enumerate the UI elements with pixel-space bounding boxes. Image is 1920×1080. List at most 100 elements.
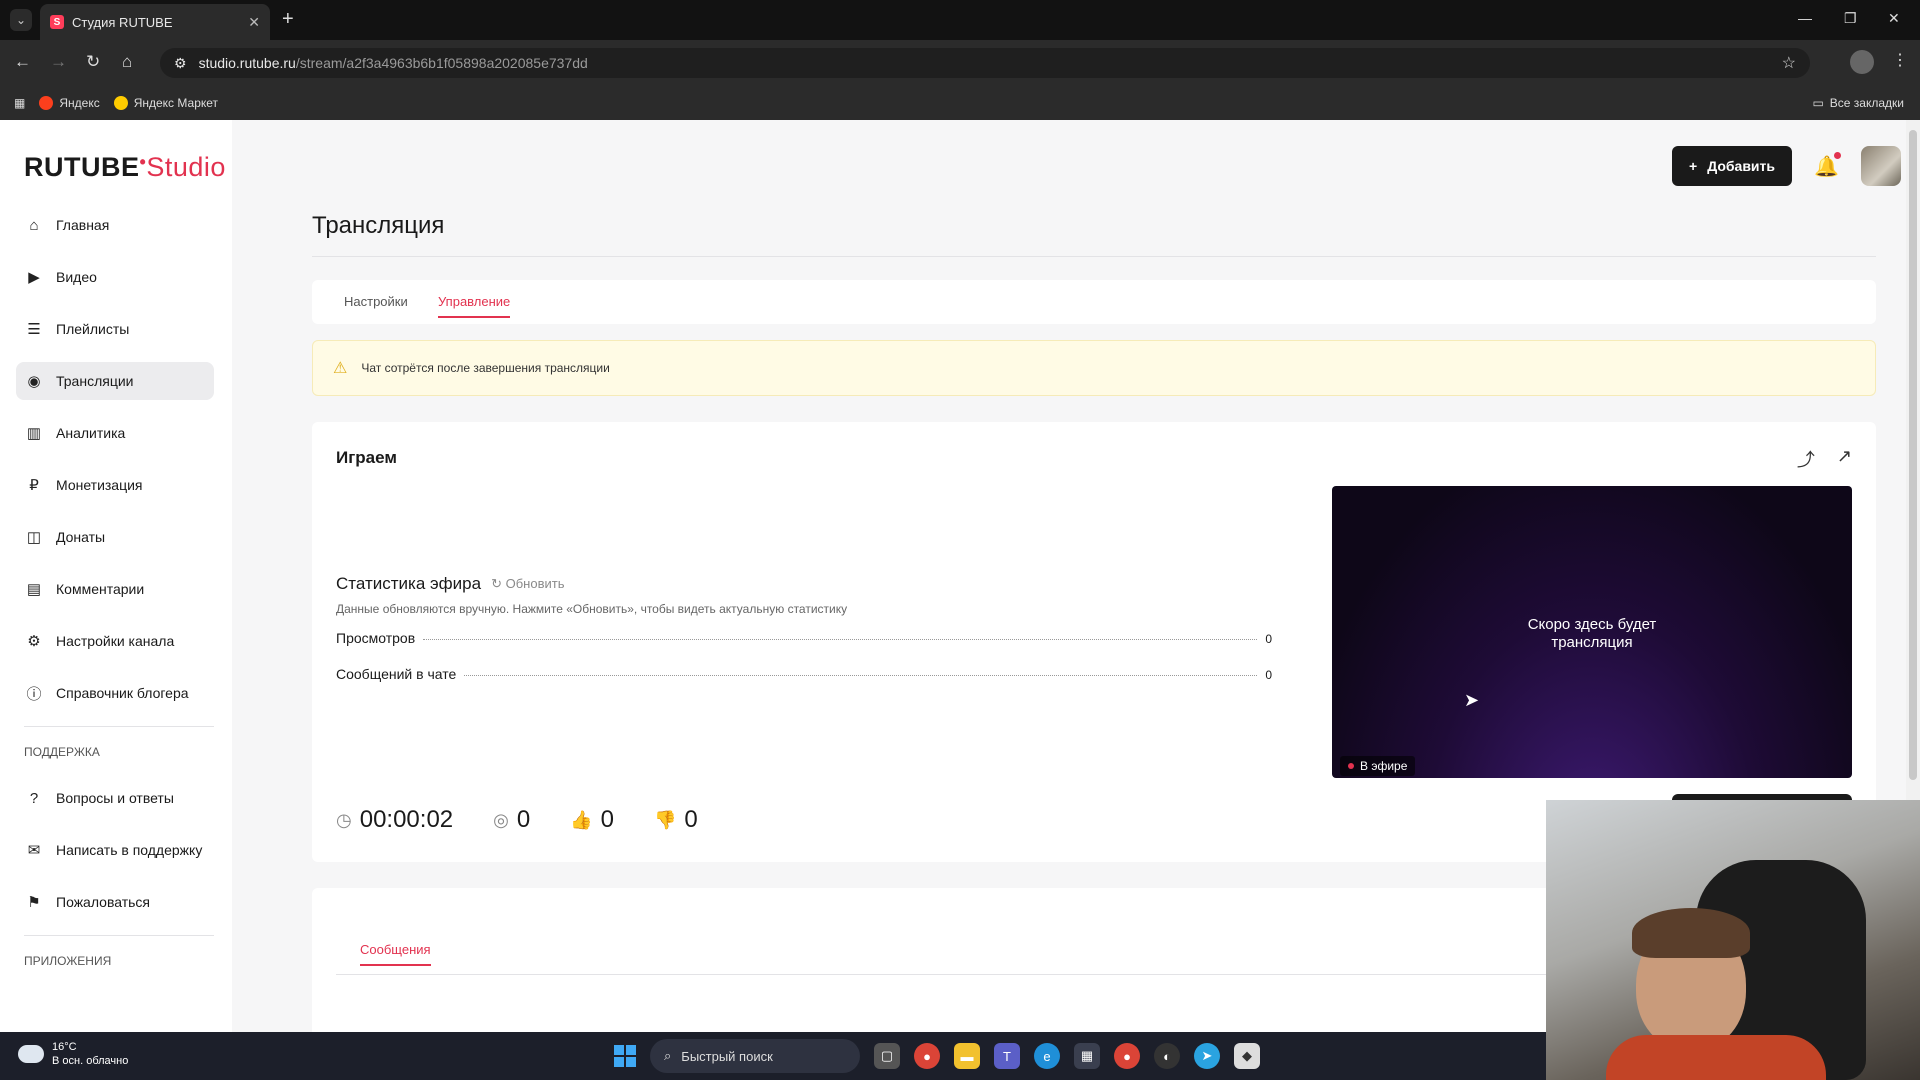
apps-grid-icon[interactable]: ▦ bbox=[14, 96, 25, 110]
sidebar-item-label: Трансляции bbox=[56, 373, 134, 389]
refresh-button[interactable]: ↻ Обновить bbox=[491, 576, 564, 592]
viewer-icon: ◎ bbox=[493, 809, 509, 830]
sidebar-item-home[interactable]: ⌂ Главная bbox=[16, 206, 214, 244]
chrome-active-icon[interactable]: ● bbox=[1114, 1043, 1140, 1069]
share-icon[interactable]: ⤴ bbox=[1797, 446, 1815, 472]
bookmark-yandex[interactable]: Яндекс bbox=[39, 96, 100, 110]
tab-search-button[interactable]: ⌄ bbox=[10, 9, 32, 31]
preview-placeholder: Скоро здесь будет трансляция bbox=[1332, 616, 1852, 652]
sidebar-item-blogger-guide[interactable]: ⓘ Справочник блогера bbox=[16, 674, 214, 712]
site-info-icon[interactable]: ⚙ bbox=[174, 55, 187, 72]
folder-icon: ▭ bbox=[1812, 96, 1824, 110]
add-button[interactable]: + Добавить bbox=[1672, 146, 1792, 186]
sidebar-item-broadcasts[interactable]: ◉ Трансляции bbox=[16, 362, 214, 400]
taskbar-search[interactable]: ⌕ Быстрый поиск bbox=[650, 1039, 860, 1073]
bookmark-yandex-market[interactable]: Яндекс Маркет bbox=[113, 96, 218, 110]
apps-section-title: ПРИЛОЖЕНИЯ bbox=[24, 954, 112, 968]
stream-actions: ⤴ ↗ bbox=[1797, 446, 1852, 472]
reload-icon[interactable]: ↻ bbox=[86, 52, 100, 72]
webcam-overlay bbox=[1546, 800, 1920, 1080]
stats-title: Статистика эфира bbox=[336, 574, 482, 593]
bookmarks-bar: ▦ Яндекс Яндекс Маркет ▭ Все закладки bbox=[0, 86, 1920, 120]
teams-icon[interactable]: T bbox=[994, 1043, 1020, 1069]
bookmark-star-icon[interactable]: ☆ bbox=[1782, 53, 1796, 73]
sidebar-item-faq[interactable]: ? Вопросы и ответы bbox=[16, 779, 214, 817]
stream-name: Играем bbox=[336, 448, 397, 467]
browser-menu-icon[interactable]: ⋮ bbox=[1892, 50, 1908, 70]
external-link-icon[interactable]: ↗ bbox=[1837, 446, 1852, 472]
home-icon[interactable]: ⌂ bbox=[122, 52, 132, 72]
refresh-icon: ↻ bbox=[491, 576, 502, 591]
all-bookmarks[interactable]: ▭ Все закладки bbox=[1812, 96, 1904, 110]
sidebar-item-video[interactable]: ▶ Видео bbox=[16, 258, 214, 296]
viewers-value: 0 bbox=[516, 806, 531, 833]
market-icon bbox=[113, 96, 128, 110]
search-placeholder: Быстрый поиск bbox=[681, 1048, 773, 1064]
sidebar-item-label: Комментарии bbox=[56, 581, 145, 597]
windows-taskbar: 16°C В осн. облачно ⌕ Быстрый поиск ▢ ● ▬… bbox=[0, 1032, 1546, 1080]
comments-icon: ▤ bbox=[26, 581, 42, 598]
scrollbar-thumb[interactable] bbox=[1909, 130, 1917, 780]
sidebar-item-playlists[interactable]: ☰ Плейлисты bbox=[16, 310, 214, 348]
sidebar-item-label: Плейлисты bbox=[56, 321, 130, 337]
broadcast-icon: ◉ bbox=[27, 373, 41, 390]
weather-widget[interactable]: 16°C В осн. облачно bbox=[18, 1040, 128, 1068]
forward-icon[interactable]: → bbox=[50, 52, 67, 72]
edge-icon[interactable]: e bbox=[1034, 1043, 1060, 1069]
analytics-icon: ▥ bbox=[26, 425, 42, 442]
new-tab-button[interactable]: + bbox=[282, 8, 294, 31]
add-button-label: Добавить bbox=[1707, 158, 1775, 174]
mouse-cursor-icon: ➤ bbox=[1464, 690, 1480, 710]
sidebar-item-monetization[interactable]: ₽ Монетизация bbox=[16, 466, 214, 504]
webcam-shirt bbox=[1606, 1035, 1826, 1080]
likes-value: 0 bbox=[600, 806, 614, 833]
profile-icon[interactable] bbox=[1850, 50, 1874, 74]
sidebar-item-write-support[interactable]: ✉ Написать в поддержку bbox=[16, 831, 214, 869]
task-view-icon[interactable]: ▢ bbox=[874, 1043, 900, 1069]
minimize-icon[interactable]: — bbox=[1798, 10, 1812, 26]
search-icon: ⌕ bbox=[664, 1048, 672, 1063]
live-dot-icon bbox=[1348, 763, 1354, 769]
sidebar-item-label: Пожаловаться bbox=[56, 894, 151, 910]
taskbar-apps: ⌕ Быстрый поиск ▢ ● ▬ T e ▦ ● ◐ ➤ ◆ bbox=[614, 1039, 1260, 1073]
notifications-bell-icon[interactable]: 🔔 bbox=[1814, 151, 1841, 179]
sidebar-item-comments[interactable]: ▤ Комментарии bbox=[16, 570, 214, 608]
duration-value: 00:00:02 bbox=[359, 806, 454, 833]
address-bar[interactable]: ⚙ studio.rutube.ru/stream/a2f3a4963b6b1f… bbox=[160, 48, 1810, 78]
rutube-studio-logo[interactable]: RUTUBE•Studio bbox=[24, 152, 226, 183]
sidebar-item-donates[interactable]: ◫ Донаты bbox=[16, 518, 214, 556]
tab-messages[interactable]: Сообщения bbox=[360, 942, 431, 966]
obs-icon[interactable]: ◐ bbox=[1154, 1043, 1180, 1069]
back-icon[interactable]: ← bbox=[14, 52, 31, 72]
stat-row-chat-messages: Сообщений в чате 0 bbox=[336, 666, 1272, 682]
tab-management[interactable]: Управление bbox=[438, 294, 511, 318]
stream-preview[interactable]: Скоро здесь будет трансляция В эфире bbox=[1332, 486, 1852, 778]
logo-main: RUTUBE bbox=[24, 152, 140, 182]
page-tabs: Настройки Управление bbox=[312, 280, 1876, 324]
close-window-icon[interactable]: ✕ bbox=[1888, 10, 1900, 27]
placeholder-line: трансляция bbox=[1551, 634, 1633, 651]
sidebar: RUTUBE•Studio ⌂ Главная ▶ Видео ☰ Плейлисты… bbox=[0, 120, 232, 1032]
video-icon: ▶ bbox=[28, 269, 40, 286]
sidebar-item-analytics[interactable]: ▥ Аналитика bbox=[16, 414, 214, 452]
close-tab-icon[interactable]: ✕ bbox=[248, 14, 260, 31]
url-host: studio.rutube.ru bbox=[198, 55, 296, 71]
sidebar-nav: ⌂ Главная ▶ Видео ☰ Плейлисты ◉ Трансляции ▥… bbox=[16, 206, 214, 988]
chrome-icon[interactable]: ● bbox=[914, 1043, 940, 1069]
app-icon[interactable]: ◆ bbox=[1234, 1043, 1260, 1069]
sidebar-item-report[interactable]: ⚑ Пожаловаться bbox=[16, 883, 214, 921]
rutube-favicon-icon: S bbox=[50, 15, 64, 29]
avatar[interactable] bbox=[1860, 146, 1901, 186]
file-explorer-icon[interactable]: ▬ bbox=[954, 1043, 980, 1069]
store-icon[interactable]: ▦ bbox=[1074, 1043, 1100, 1069]
telegram-icon[interactable]: ➤ bbox=[1194, 1043, 1220, 1069]
browser-tab[interactable]: S Студия RUTUBE ✕ bbox=[40, 4, 270, 40]
tab-settings[interactable]: Настройки bbox=[344, 294, 408, 309]
live-label: В эфире bbox=[1360, 759, 1408, 773]
sidebar-item-channel-settings[interactable]: ⚙ Настройки канала bbox=[16, 622, 214, 660]
restore-icon[interactable]: ❐ bbox=[1844, 10, 1857, 27]
refresh-label: Обновить bbox=[505, 576, 565, 591]
mail-icon: ✉ bbox=[27, 842, 41, 859]
info-icon: ⓘ bbox=[26, 685, 42, 703]
start-icon[interactable] bbox=[614, 1045, 636, 1067]
